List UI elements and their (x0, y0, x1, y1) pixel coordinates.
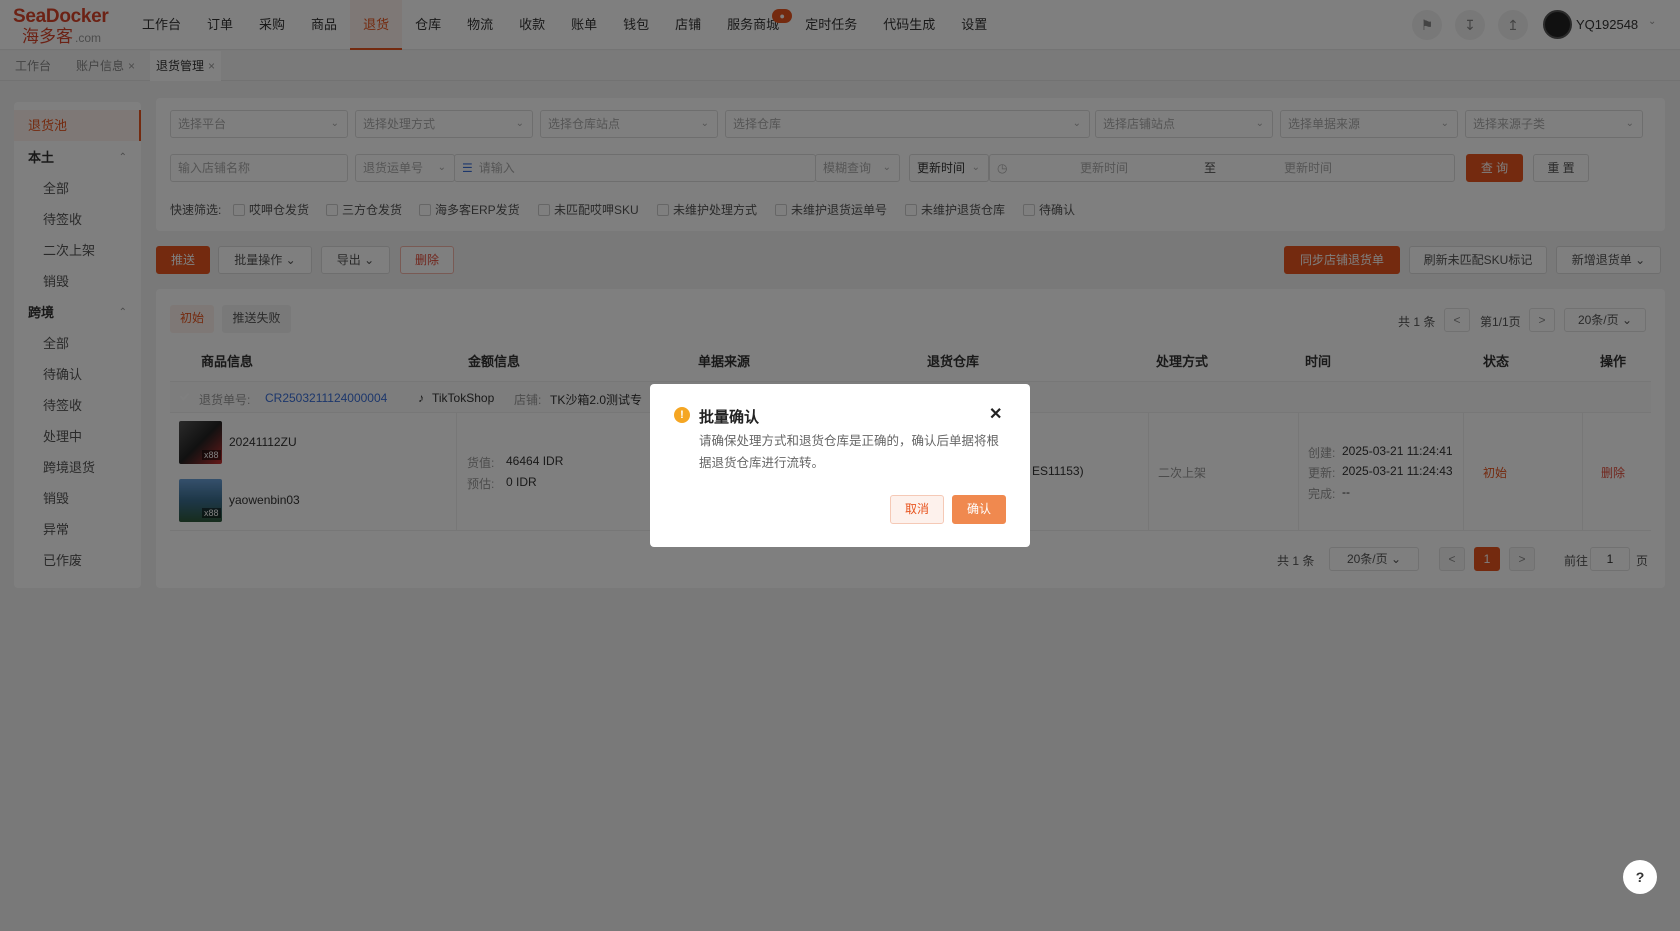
cancel-button[interactable]: 取消 (890, 495, 944, 524)
dialog-message: 请确保处理方式和退货仓库是正确的，确认后单据将根据退货仓库进行流转。 (699, 434, 1000, 470)
close-icon[interactable]: ✕ (989, 404, 1002, 424)
confirm-button[interactable]: 确认 (952, 495, 1006, 524)
dialog-title: 批量确认 (699, 409, 760, 426)
batch-confirm-dialog: ! 批量确认 ✕ 请确保处理方式和退货仓库是正确的，确认后单据将根据退货仓库进行… (650, 384, 1030, 547)
help-icon[interactable]: ? (1623, 860, 1657, 894)
warning-icon: ! (674, 407, 690, 423)
